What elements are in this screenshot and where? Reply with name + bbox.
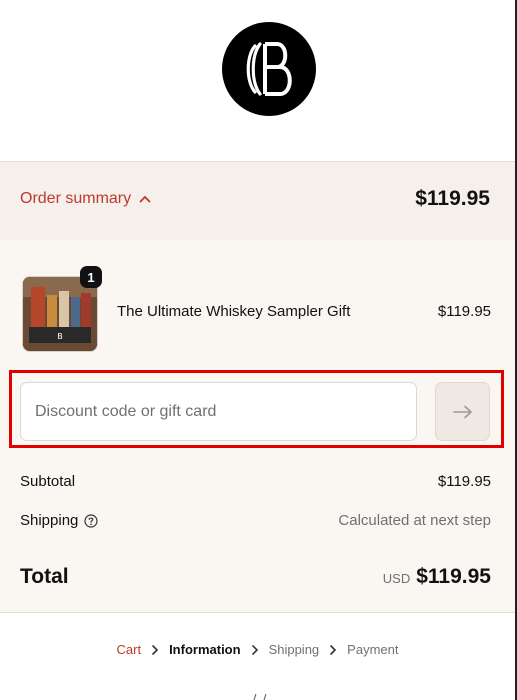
breadcrumb-cart[interactable]: Cart — [117, 642, 142, 657]
order-summary-label[interactable]: Order summary — [20, 190, 151, 208]
chevron-right-icon — [330, 644, 337, 655]
currency-code: USD — [382, 571, 411, 586]
chevron-right-icon — [152, 644, 159, 655]
breadcrumb-payment: Payment — [347, 642, 399, 657]
shipping-label: Shipping — [20, 512, 79, 529]
arrow-right-icon — [452, 405, 472, 418]
header — [0, 0, 515, 161]
chevron-right-icon — [251, 644, 258, 655]
cut-off-content — [253, 694, 267, 700]
shipping-label-group: Shipping — [20, 512, 98, 529]
order-summary-total: $119.95 — [415, 187, 490, 210]
product-name: The Ultimate Whiskey Sampler Gift — [117, 303, 351, 320]
discount-code-input[interactable] — [20, 382, 417, 441]
apply-discount-button[interactable] — [435, 382, 490, 441]
subtotal-value: $119.95 — [437, 473, 491, 490]
order-summary-text: Order summary — [20, 190, 132, 207]
quantity-badge: 1 — [80, 266, 102, 288]
section-divider — [0, 612, 515, 613]
total-label: Total — [20, 565, 69, 588]
subtotal-label: Subtotal — [20, 473, 76, 490]
breadcrumb-shipping: Shipping — [268, 642, 320, 657]
breadcrumb-information: Information — [169, 642, 241, 657]
total-value-group: USD $119.95 — [383, 565, 491, 589]
brand-logo-icon[interactable] — [222, 22, 316, 116]
question-circle-icon[interactable] — [84, 513, 98, 528]
product-price: $119.95 — [437, 303, 491, 320]
svg-text:B: B — [57, 332, 63, 341]
total-amount: $119.95 — [416, 565, 491, 588]
shipping-value: Calculated at next step — [338, 512, 491, 529]
checkout-breadcrumb: Cart Information Shipping Payment — [0, 642, 515, 657]
chevron-up-icon — [139, 195, 151, 203]
order-summary-toggle[interactable]: Order summary $119.95 — [0, 161, 515, 241]
